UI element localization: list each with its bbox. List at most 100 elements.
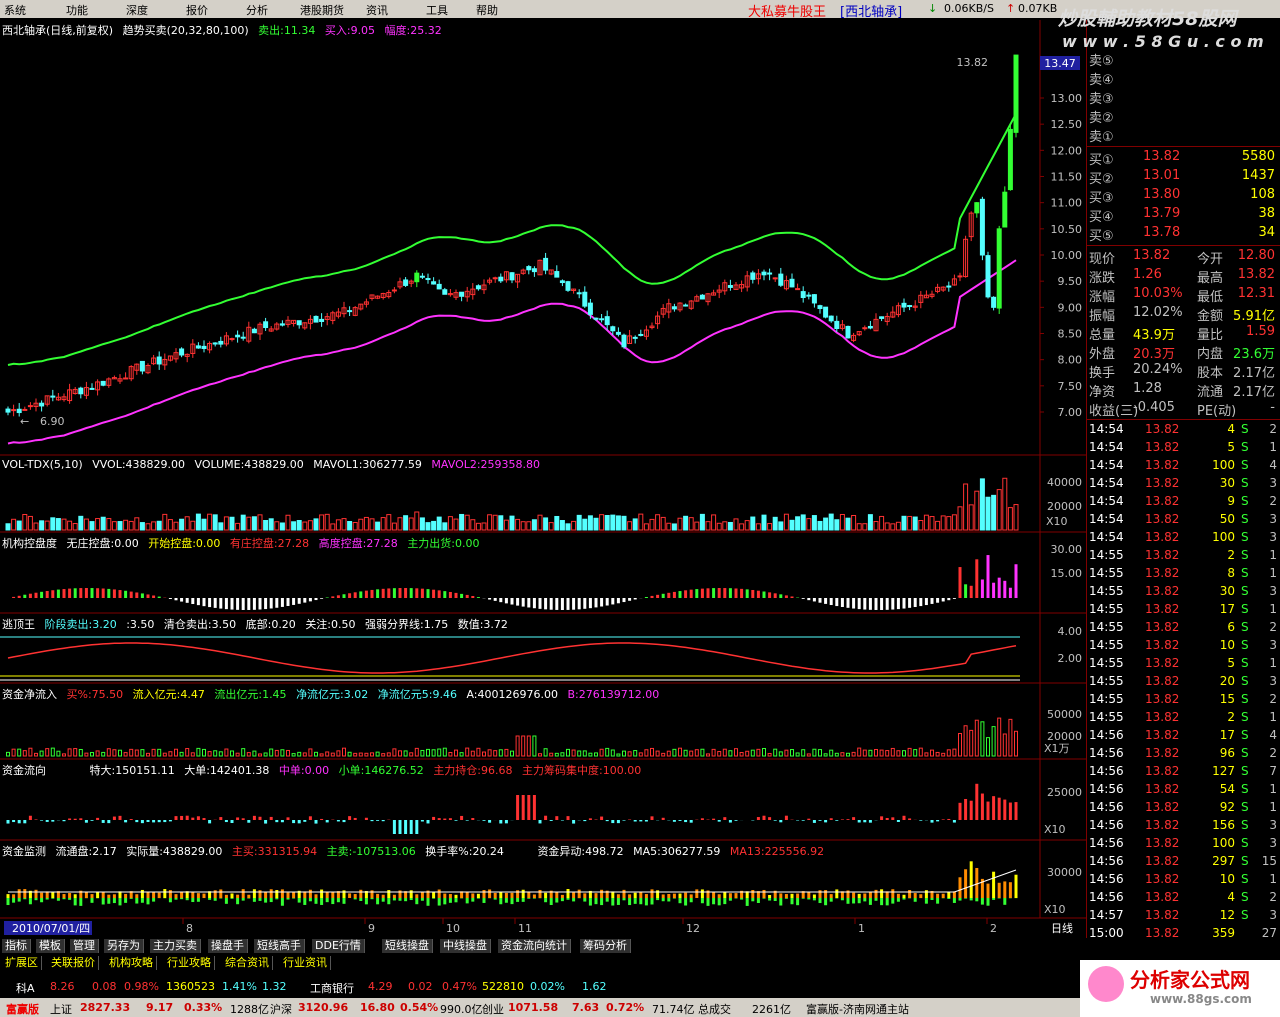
candle bbox=[123, 377, 129, 380]
tick-row[interactable]: 14:56 13.82 10 S 1 bbox=[1087, 871, 1279, 889]
zjjlr-bar bbox=[616, 753, 621, 757]
tab2-3[interactable]: 行业攻略 bbox=[164, 956, 215, 970]
chart-area[interactable]: 13.00 12.50 12.00 11.50 11.00 10.50 10.00 9.50 9… bbox=[0, 20, 1086, 938]
sell-row[interactable]: 卖② bbox=[1087, 107, 1279, 126]
menu-info[interactable]: 资讯 bbox=[366, 2, 388, 18]
tab-11[interactable]: 筹码分析 bbox=[580, 939, 631, 953]
price-tick-label: 10.50 bbox=[1051, 223, 1083, 236]
tick-row[interactable]: 14:55 13.82 2 S 1 bbox=[1087, 547, 1279, 565]
tick-row[interactable]: 14:54 13.82 5 S 1 bbox=[1087, 439, 1279, 457]
tick-row[interactable]: 14:55 13.82 10 S 3 bbox=[1087, 637, 1279, 655]
zjjk-bar bbox=[348, 893, 352, 898]
zjjlr-bar bbox=[700, 748, 705, 757]
tick-row[interactable]: 14:56 13.82 297 S 15 bbox=[1087, 853, 1279, 871]
menu-function[interactable]: 功能 bbox=[66, 2, 88, 18]
stock-tag[interactable]: [西北轴承] bbox=[840, 1, 902, 20]
tick-row[interactable]: 14:56 13.82 54 S 1 bbox=[1087, 781, 1279, 799]
tick-row[interactable]: 14:56 13.82 17 S 4 bbox=[1087, 727, 1279, 745]
jgkp-bar bbox=[84, 588, 88, 598]
zjjlr-bar bbox=[510, 750, 514, 757]
tick-side: S bbox=[1241, 674, 1249, 688]
tab-4[interactable]: 主力买卖 bbox=[150, 939, 201, 953]
tick-row[interactable]: 14:55 13.82 17 S 1 bbox=[1087, 601, 1279, 619]
tab-7[interactable]: DDE行情 bbox=[312, 939, 365, 953]
tick-row[interactable]: 14:55 13.82 20 S 3 bbox=[1087, 673, 1279, 691]
zjjlr-bar bbox=[196, 747, 201, 757]
zjjk-neg-bar bbox=[420, 898, 424, 901]
sell-row[interactable]: 卖③ bbox=[1087, 88, 1279, 107]
tick-row[interactable]: 14:55 13.82 5 S 1 bbox=[1087, 655, 1279, 673]
zjlx-bar bbox=[96, 817, 100, 820]
tick-row[interactable]: 14:54 13.82 30 S 3 bbox=[1087, 475, 1279, 493]
tick-row[interactable]: 14:56 13.82 92 S 1 bbox=[1087, 799, 1279, 817]
buy-row[interactable]: 买② 13.01 1437 bbox=[1087, 168, 1279, 187]
buy-row[interactable]: 买① 13.82 5580 bbox=[1087, 149, 1279, 168]
tab-8[interactable]: 短线操盘 bbox=[382, 939, 433, 953]
candle bbox=[22, 408, 28, 411]
sell-row[interactable]: 卖④ bbox=[1087, 69, 1279, 88]
tick-row[interactable]: 14:56 13.82 96 S 2 bbox=[1087, 745, 1279, 763]
zjjk-bar bbox=[712, 891, 716, 898]
zjjk-neg-bar bbox=[964, 898, 968, 899]
sb1-a[interactable]: 科A bbox=[16, 980, 35, 996]
tab2-0[interactable]: 扩展区 bbox=[2, 956, 42, 970]
tick-row[interactable]: 14:56 13.82 156 S 3 bbox=[1087, 817, 1279, 835]
chart-svg[interactable]: 13.0012.5012.0011.5011.0010.5010.009.509… bbox=[0, 20, 1086, 938]
zjjk-neg-bar bbox=[325, 898, 329, 903]
tab-10[interactable]: 资金流向统计 bbox=[498, 939, 571, 953]
tick-row[interactable]: 14:54 13.82 50 S 3 bbox=[1087, 511, 1279, 529]
tick-row[interactable]: 14:55 13.82 15 S 2 bbox=[1087, 691, 1279, 709]
tick-row[interactable]: 14:55 13.82 2 S 1 bbox=[1087, 709, 1279, 727]
vol-bar bbox=[425, 522, 431, 531]
tick-row[interactable]: 14:54 13.82 100 S 3 bbox=[1087, 529, 1279, 547]
menu-quote[interactable]: 报价 bbox=[186, 2, 208, 18]
menu-tools[interactable]: 工具 bbox=[426, 2, 448, 18]
tab2-1[interactable]: 关联报价 bbox=[48, 956, 99, 970]
buy-row[interactable]: 买③ 13.80 108 bbox=[1087, 187, 1279, 206]
menu-hk-futures[interactable]: 港股期货 bbox=[300, 2, 344, 18]
tick-row[interactable]: 14:56 13.82 127 S 7 bbox=[1087, 763, 1279, 781]
tick-row[interactable]: 14:55 13.82 8 S 1 bbox=[1087, 565, 1279, 583]
tab2-2[interactable]: 机构攻略 bbox=[106, 956, 157, 970]
menu-help[interactable]: 帮助 bbox=[476, 2, 498, 18]
zjjk-panel-header: 资金监测 流通盘:2.17 实际量:438829.00 主买:331315.94… bbox=[2, 843, 830, 859]
tick-row[interactable]: 14:54 13.82 4 S 2 bbox=[1087, 421, 1279, 439]
tick-row[interactable]: 14:57 13.82 12 S 3 bbox=[1087, 907, 1279, 925]
zjlx-bar bbox=[241, 818, 245, 820]
zjlx-bar bbox=[908, 818, 912, 820]
tab-2[interactable]: 管理 bbox=[70, 939, 99, 953]
tab-5[interactable]: 操盘手 bbox=[208, 939, 248, 953]
tick-row[interactable]: 14:55 13.82 6 S 2 bbox=[1087, 619, 1279, 637]
tick-row[interactable]: 14:54 13.82 9 S 2 bbox=[1087, 493, 1279, 511]
tick-row[interactable]: 14:56 13.82 4 S 2 bbox=[1087, 889, 1279, 907]
tick-row[interactable]: 14:56 13.82 100 S 3 bbox=[1087, 835, 1279, 853]
menu-analysis[interactable]: 分析 bbox=[246, 2, 268, 18]
buy-row[interactable]: 买⑤ 13.78 34 bbox=[1087, 225, 1279, 244]
tick-row[interactable]: 14:55 13.82 30 S 3 bbox=[1087, 583, 1279, 601]
jgkp-bar bbox=[1014, 564, 1018, 598]
tab2-5[interactable]: 行业资讯 bbox=[280, 956, 331, 970]
buy-row[interactable]: 买④ 13.79 38 bbox=[1087, 206, 1279, 225]
sb1-h[interactable]: 工商银行 bbox=[310, 980, 354, 996]
tick-row[interactable]: 14:54 13.82 100 S 4 bbox=[1087, 457, 1279, 475]
vol-bar bbox=[520, 521, 526, 531]
tab-6[interactable]: 短线高手 bbox=[254, 939, 305, 953]
candle bbox=[89, 387, 95, 390]
zjjk-bar bbox=[751, 890, 755, 898]
zjlx-bar bbox=[824, 820, 828, 823]
tab-3[interactable]: 另存为 bbox=[104, 939, 144, 953]
zjjlr-bar bbox=[902, 750, 906, 757]
jgkp-bar bbox=[174, 598, 178, 601]
tab-9[interactable]: 中线操盘 bbox=[440, 939, 491, 953]
sell-row[interactable]: 卖① bbox=[1087, 126, 1279, 145]
tab-1[interactable]: 模板 bbox=[36, 939, 65, 953]
sell-row[interactable]: 卖⑤ bbox=[1087, 50, 1279, 69]
zjjk-bar bbox=[152, 892, 156, 898]
jgkp-bar bbox=[762, 591, 766, 598]
tab2-4[interactable]: 综合资讯 bbox=[222, 956, 273, 970]
menu-depth[interactable]: 深度 bbox=[126, 2, 148, 18]
tick-side: S bbox=[1241, 836, 1249, 850]
tab-0[interactable]: 指标 bbox=[2, 939, 31, 953]
jgkp-bar bbox=[734, 588, 738, 598]
menu-system[interactable]: 系统 bbox=[4, 2, 26, 18]
